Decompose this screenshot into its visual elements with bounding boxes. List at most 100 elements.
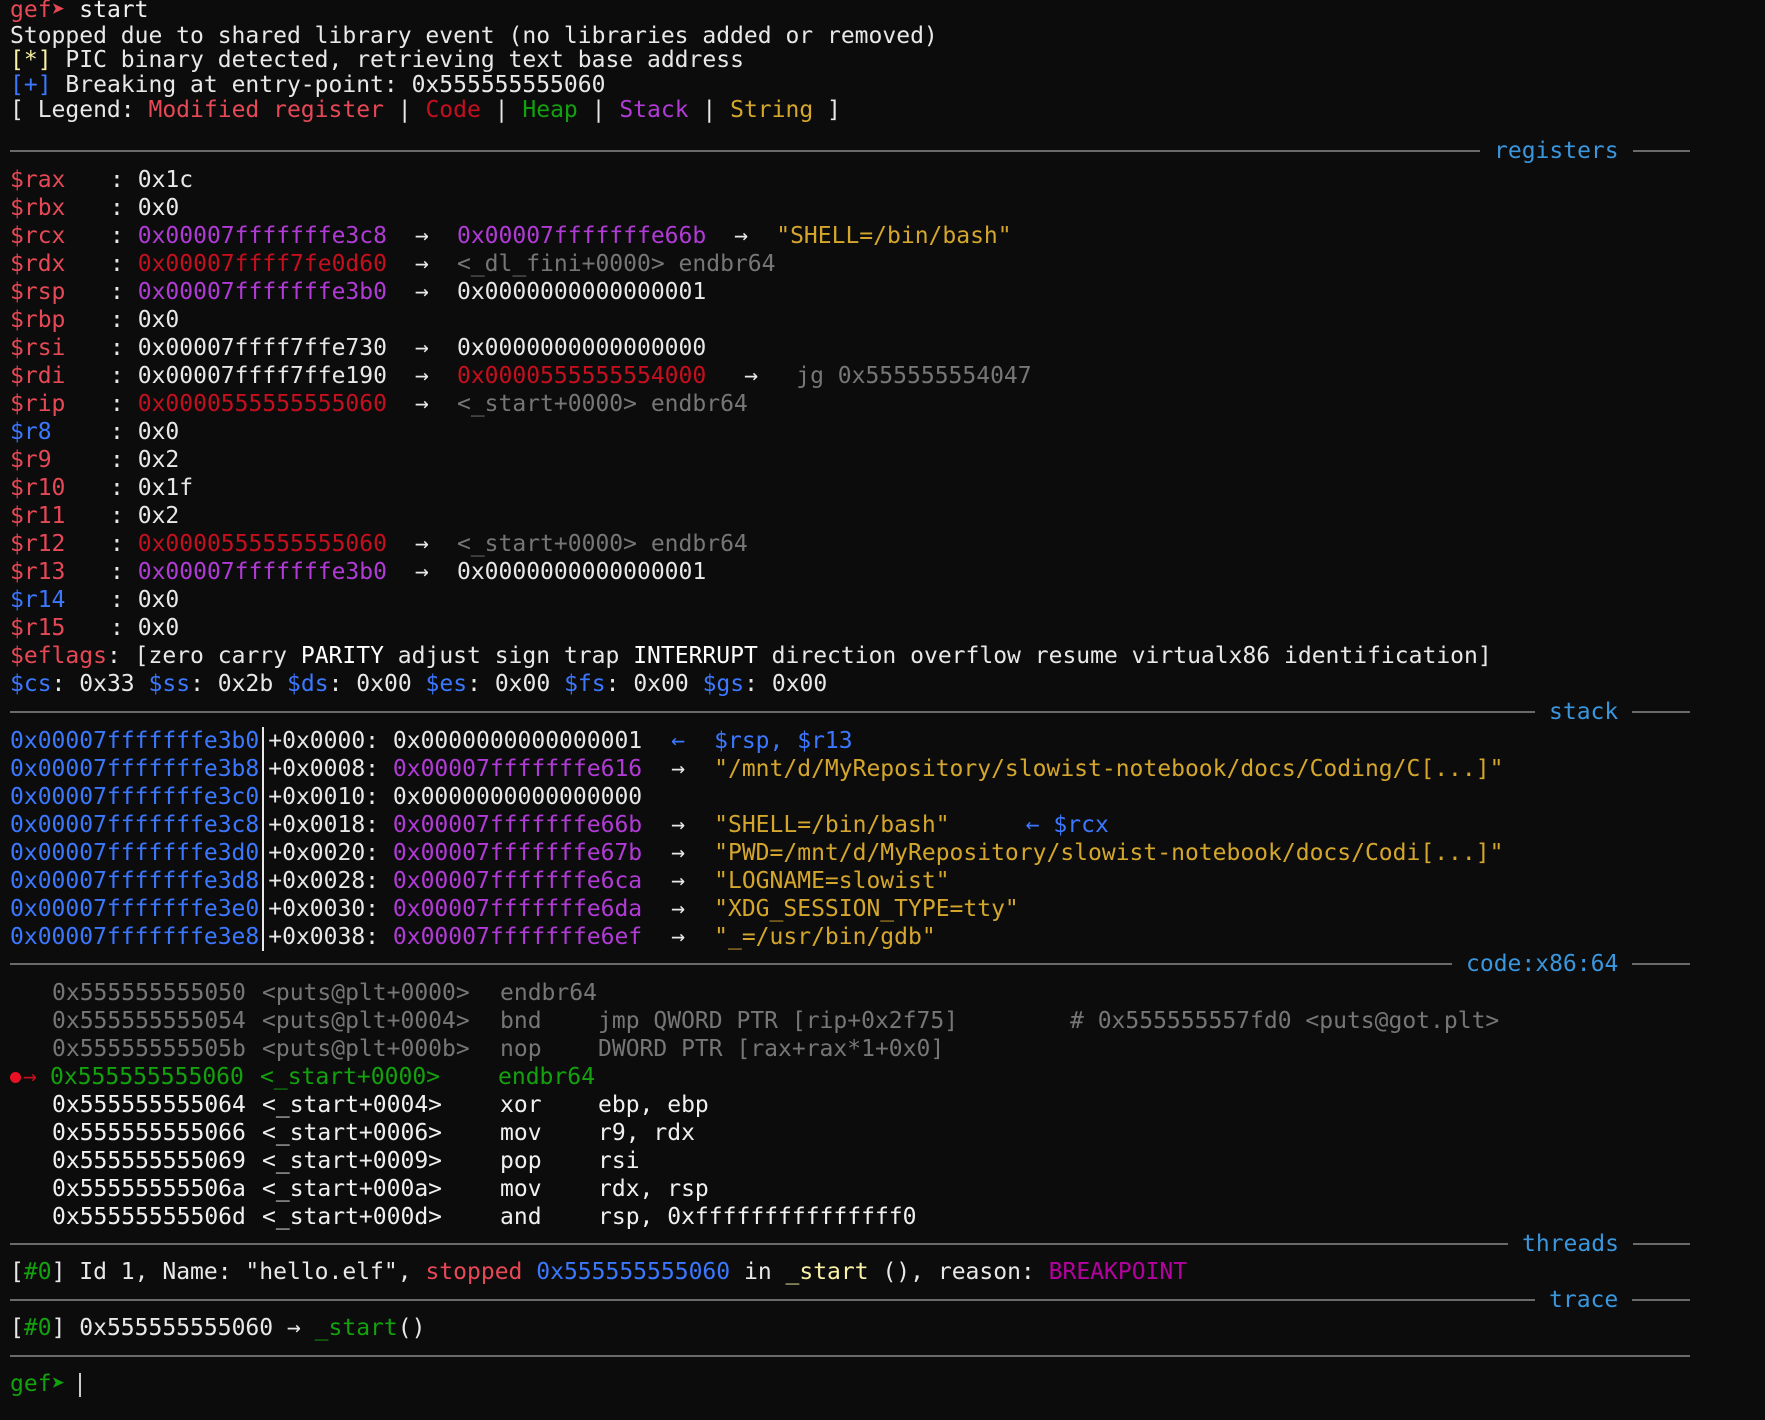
thread-index: [#0] (10, 1259, 66, 1285)
register-deref2: "SHELL=/bin/bash" (776, 223, 1012, 249)
stack-offset: +0x0020: (268, 840, 380, 866)
stack-divider (262, 867, 265, 895)
register-name: $rbx (10, 195, 66, 221)
code-mnemonic: xor (500, 1092, 542, 1118)
register-name: $rdx (10, 251, 66, 277)
gef-prompt-final: gef➤ (10, 1371, 66, 1397)
pic-message: [*] PIC binary detected, retrieving text… (10, 47, 744, 73)
legend-line: [ Legend: Modified register | Code | Hea… (10, 97, 841, 123)
stack-divider (262, 811, 265, 839)
trace-separator (10, 1299, 1690, 1301)
code-address: 0x555555555060 (50, 1064, 244, 1090)
stack-address: 0x00007fffffffe3d0 (10, 840, 260, 866)
register-name: $r12 (10, 531, 66, 557)
segment-name: $gs (702, 671, 745, 697)
stack-address: 0x00007fffffffe3e0 (10, 896, 260, 922)
code-mnemonic: pop (500, 1148, 542, 1174)
register-value: 0x00007fffffffe3b0 (137, 559, 387, 585)
stack-value: 0x00007fffffffe66b (392, 812, 643, 838)
thread-line: [#0] Id 1, Name: "hello.elf", stopped 0x… (10, 1259, 1188, 1285)
legend-stack: Stack (619, 97, 689, 123)
stack-offset: +0x0000: (268, 728, 380, 754)
segment-value: 0x00 (494, 671, 551, 697)
segment-name: $fs (564, 671, 606, 697)
stack-row: 0x00007fffffffe3b0 +0x0000: 0x00000000000… (10, 727, 853, 755)
code-row: 0x555555555050 <puts@plt+0000> endbr64 (10, 979, 1070, 1007)
code-symbol: <_start+0006> (262, 1120, 443, 1146)
register-value: 0x0 (137, 587, 180, 613)
stack-offset: +0x0010: (268, 784, 380, 810)
segment-value: 0x00 (771, 671, 828, 697)
register-value: 0x2 (137, 447, 180, 473)
code-address: 0x55555555505b (52, 1036, 246, 1062)
gdb-terminal[interactable]: gef➤ start Stopped due to shared library… (0, 0, 1765, 1420)
register-row-rdi: $rdi: 0x00007ffff7ffe190 → 0x0000555555554… (10, 363, 1032, 389)
code-operands: ebp, ebp (598, 1092, 709, 1118)
stack-address: 0x00007fffffffe3b0 (10, 728, 260, 754)
stack-value: 0x0000000000000001 (392, 728, 643, 754)
stack-register-note: $rsp, $r13 (714, 728, 853, 754)
register-row-r8: $r8: 0x0 (10, 419, 180, 445)
register-row-rsi: $rsi: 0x00007ffff7ffe730 → 0x0000000000000… (10, 335, 707, 361)
trace-section-title: trace (1535, 1286, 1633, 1314)
code-symbol: <puts@plt+0004> (262, 1008, 470, 1034)
code-address: 0x555555555050 (52, 980, 246, 1006)
code-symbol: <_start+0000> (260, 1064, 441, 1090)
stack-offset: +0x0018: (268, 812, 380, 838)
code-separator (10, 963, 1690, 965)
register-value: 0x00007ffff7ffe190 (137, 363, 387, 389)
code-operands: rsp, 0xfffffffffffffff0 (598, 1204, 917, 1230)
register-value: 0x00007ffff7ffe730 (137, 335, 387, 361)
stack-value: 0x00007fffffffe6ca (392, 868, 643, 894)
code-operands: r9, rdx (598, 1120, 695, 1146)
register-name: $rsp (10, 279, 66, 305)
code-mnemonic: and (500, 1204, 542, 1230)
segment-name: $ds (287, 671, 329, 697)
register-name: $r10 (10, 475, 66, 501)
register-name: $rip (10, 391, 66, 417)
stack-string: "_=/usr/bin/gdb" (714, 924, 936, 950)
register-value: 0x0000555555555060 (137, 391, 387, 417)
threads-section-title: threads (1508, 1230, 1633, 1258)
code-row-current: → 0x555555555060 <_start+0000> endbr64 (10, 1063, 1068, 1091)
input-prompt-line[interactable]: gef➤ (10, 1370, 82, 1398)
breakpoint-dot-icon (10, 1072, 21, 1083)
stack-row: 0x00007fffffffe3d0 +0x0020: 0x00007ffffff… (10, 839, 1504, 867)
code-mnemonic: mov (500, 1176, 542, 1202)
register-name: $r8 (10, 419, 52, 445)
stack-row: 0x00007fffffffe3e8 +0x0038: 0x00007ffffff… (10, 923, 936, 951)
register-name: $rcx (10, 223, 66, 249)
register-row-r9: $r9: 0x2 (10, 447, 180, 473)
code-comment: # 0x555555557fd0 <puts@got.plt> (1070, 1008, 1500, 1034)
code-address: 0x555555555054 (52, 1008, 246, 1034)
register-value: 0x00007ffff7fe0d60 (137, 251, 387, 277)
stack-offset: +0x0030: (268, 896, 380, 922)
stack-string: "LOGNAME=slowist" (714, 868, 950, 894)
entry-point-message: [+] Breaking at entry-point: 0x555555555… (10, 72, 606, 98)
register-value: 0x1f (137, 475, 194, 501)
register-row-r11: $r11: 0x2 (10, 503, 180, 529)
stack-address: 0x00007fffffffe3c0 (10, 784, 260, 810)
stack-divider (262, 755, 265, 783)
segment-name: $ss (148, 671, 191, 697)
stack-divider (262, 923, 265, 951)
code-symbol: <puts@plt+000b> (262, 1036, 470, 1062)
code-mnemonic: nop (500, 1036, 542, 1062)
registers-section-title: registers (1480, 137, 1633, 165)
code-mnemonic: endbr64 (498, 1064, 595, 1090)
register-deref: 0x00007fffffffe66b (456, 223, 707, 249)
register-value: 0x00007fffffffe3b0 (137, 279, 387, 305)
legend-code: Code (425, 97, 481, 123)
code-section-title: code:x86:64 (1452, 950, 1633, 978)
code-symbol: <_start+000d> (262, 1204, 443, 1230)
stack-string: "SHELL=/bin/bash" (714, 812, 950, 838)
register-row-r12: $r12: 0x0000555555555060 → <_start+0000> e… (10, 531, 748, 557)
stack-offset: +0x0028: (268, 868, 380, 894)
stack-divider (262, 783, 265, 811)
code-address: 0x555555555066 (52, 1120, 246, 1146)
eflags-line: $eflags: [zero carry PARITY adjust sign … (10, 643, 1492, 669)
legend-heap: Heap (522, 97, 578, 123)
code-row: 0x55555555506a <_start+000a> mov rdx, rsp (10, 1175, 1070, 1203)
stack-address: 0x00007fffffffe3b8 (10, 756, 260, 782)
register-row-rbp: $rbp: 0x0 (10, 307, 180, 333)
